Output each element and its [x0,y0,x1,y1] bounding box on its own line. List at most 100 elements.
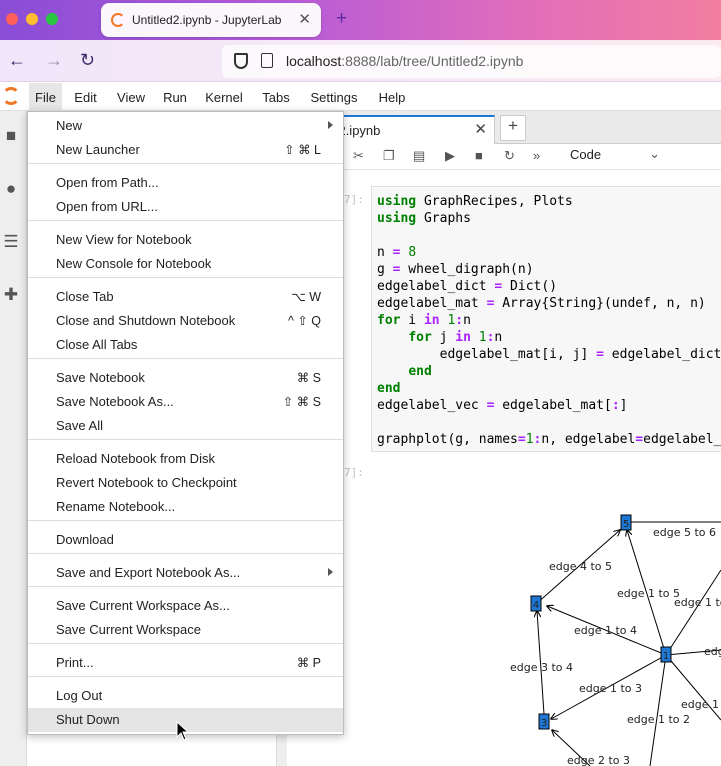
menu-item-label: Open from Path... [56,175,159,190]
stop-icon[interactable]: ■ [475,148,483,163]
menu-item-save-current-workspace-as[interactable]: Save Current Workspace As... [28,594,343,618]
menu-item-reload-notebook-from-disk[interactable]: Reload Notebook from Disk [28,447,343,471]
code-cell[interactable]: using GraphRecipes, Plots using Graphs n =… [371,186,721,452]
code-editor[interactable]: using GraphRecipes, Plots using Graphs n =… [377,193,721,448]
menu-separator [28,439,343,440]
menu-item-close-tab[interactable]: Close Tab ⌥ W [28,285,343,309]
menu-settings[interactable]: Settings [304,83,364,111]
browser-tab[interactable]: Untitled2.ipynb - JupyterLab ✕ [101,3,321,37]
menu-item-revert-notebook-to-checkpoint[interactable]: Revert Notebook to Checkpoint [28,471,343,495]
menu-item-new-launcher[interactable]: New Launcher ⇧ ⌘ L [28,138,343,162]
code-token: end [408,364,432,379]
window-close-button[interactable] [6,13,18,25]
code-token: 1 [525,432,534,447]
notebook-tab-close-icon[interactable]: ✕ [474,120,487,138]
graph-edge-label: edg [704,645,721,658]
folder-icon[interactable]: ■ [1,126,21,146]
code-token: Graphs [416,211,471,226]
code-line: edgelabel_mat = Array{String}(undef, n, … [377,295,721,312]
notebook-toolbar: ✂ ❐ ▤ ▶ ■ ↻ » Code ⌄ [287,144,721,170]
copy-icon[interactable]: ❐ [383,148,395,164]
menu-view[interactable]: View [110,83,152,111]
menu-item-close-all-tabs[interactable]: Close All Tabs [28,333,343,357]
menu-item-save-all[interactable]: Save All [28,414,343,438]
code-token: = [635,432,644,447]
menu-item-download[interactable]: Download [28,528,343,552]
menu-tabs[interactable]: Tabs [254,83,298,111]
menu-item-shortcut: ⌘ P [296,656,321,670]
tab-close-icon[interactable]: ✕ [298,10,311,28]
file-menu-dropdown: New New Launcher ⇧ ⌘ L Open from Path... Ope… [27,111,344,735]
code-token: edgelabel_vec [377,398,487,413]
code-line: using Graphs [377,210,721,227]
menu-item-label: Close All Tabs [56,337,138,352]
menu-item-save-and-export-notebook-as[interactable]: Save and Export Notebook As... [28,561,343,585]
code-token: n [494,330,503,345]
fast-forward-icon[interactable]: » [533,148,540,163]
menu-item-shortcut: ⇧ ⌘ S [282,395,321,409]
reload-icon[interactable]: ↻ [80,50,95,71]
code-token: = [596,347,604,362]
cell-type-select[interactable]: Code ⌄ [570,146,660,162]
menu-item-label: Save Notebook As... [56,394,174,409]
menu-item-close-and-shutdown-notebook[interactable]: Close and Shutdown Notebook ^ ⇧ Q [28,309,343,333]
forward-arrow-icon[interactable]: → [45,50,63,71]
left-sidebar: ■ ● ☰ ✚ [0,111,27,766]
code-line: edgelabel_vec = edgelabel_mat[:] [377,397,721,414]
restart-icon[interactable]: ↻ [504,148,515,164]
menu-item-new-console-for-notebook[interactable]: New Console for Notebook [28,252,343,276]
menu-separator [28,520,343,521]
address-bar[interactable]: localhost:8888/lab/tree/Untitled2.ipynb [222,45,721,78]
run-icon[interactable]: ▶ [445,148,455,164]
cut-icon[interactable]: ✂ [353,148,364,164]
menu-item-open-from-path[interactable]: Open from Path... [28,171,343,195]
running-sessions-icon[interactable]: ● [1,179,21,199]
menu-item-rename-notebook[interactable]: Rename Notebook... [28,495,343,519]
menu-item-save-current-workspace[interactable]: Save Current Workspace [28,618,343,642]
menu-kernel[interactable]: Kernel [198,83,250,111]
shield-icon[interactable] [234,53,248,69]
code-token: graphplot(g, names [377,432,518,447]
screen: Untitled2.ipynb - JupyterLab ✕ + ← → ↻ l… [0,0,721,766]
code-token: edgelabel_mat [377,296,487,311]
menu-item-save-notebook-as[interactable]: Save Notebook As... ⇧ ⌘ S [28,390,343,414]
jupyter-favicon-icon [111,13,125,27]
menu-item-shortcut: ⌥ W [291,290,321,304]
chevron-down-icon: ⌄ [649,146,660,161]
graph-edge-label: edge 5 to 6 [653,526,716,539]
menu-help[interactable]: Help [371,83,413,111]
menu-item-log-out[interactable]: Log Out [28,684,343,708]
window-maximize-button[interactable] [46,13,58,25]
menu-item-new-view-for-notebook[interactable]: New View for Notebook [28,228,343,252]
menu-edit[interactable]: Edit [68,83,103,111]
code-token: n, edgelabel [541,432,636,447]
code-line: edgelabel_mat[i, j] = edgelabel_dict [377,346,721,363]
extension-puzzle-icon[interactable]: ✚ [1,285,21,305]
code-token: for [377,313,401,328]
menu-run[interactable]: Run [157,83,193,111]
menu-item-save-notebook[interactable]: Save Notebook ⌘ S [28,366,343,390]
graph-plot-output: 5413 edge 5 to 6edge 4 to 5edge 1 to 5ed… [510,514,721,766]
code-token: in [455,330,471,345]
menu-item-label: Save and Export Notebook As... [56,565,241,580]
menu-item-label: New Console for Notebook [56,256,212,271]
menu-file[interactable]: File [29,83,62,111]
back-arrow-icon[interactable]: ← [8,50,26,71]
menu-item-label: Download [56,532,114,547]
menu-separator [28,277,343,278]
page-info-icon[interactable] [261,53,273,68]
menu-item-print[interactable]: Print... ⌘ P [28,651,343,675]
graph-edge-label: edge 4 to 5 [549,560,612,573]
menu-item-open-from-url[interactable]: Open from URL... [28,195,343,219]
menu-item-new[interactable]: New [28,114,343,138]
submenu-arrow-icon [328,568,333,576]
window-minimize-button[interactable] [26,13,38,25]
new-tab-button[interactable]: + [336,8,347,30]
table-of-contents-icon[interactable]: ☰ [1,232,21,252]
add-tab-button[interactable]: + [500,115,526,141]
paste-icon[interactable]: ▤ [413,148,425,164]
graph-node-label: 1 [663,651,669,662]
